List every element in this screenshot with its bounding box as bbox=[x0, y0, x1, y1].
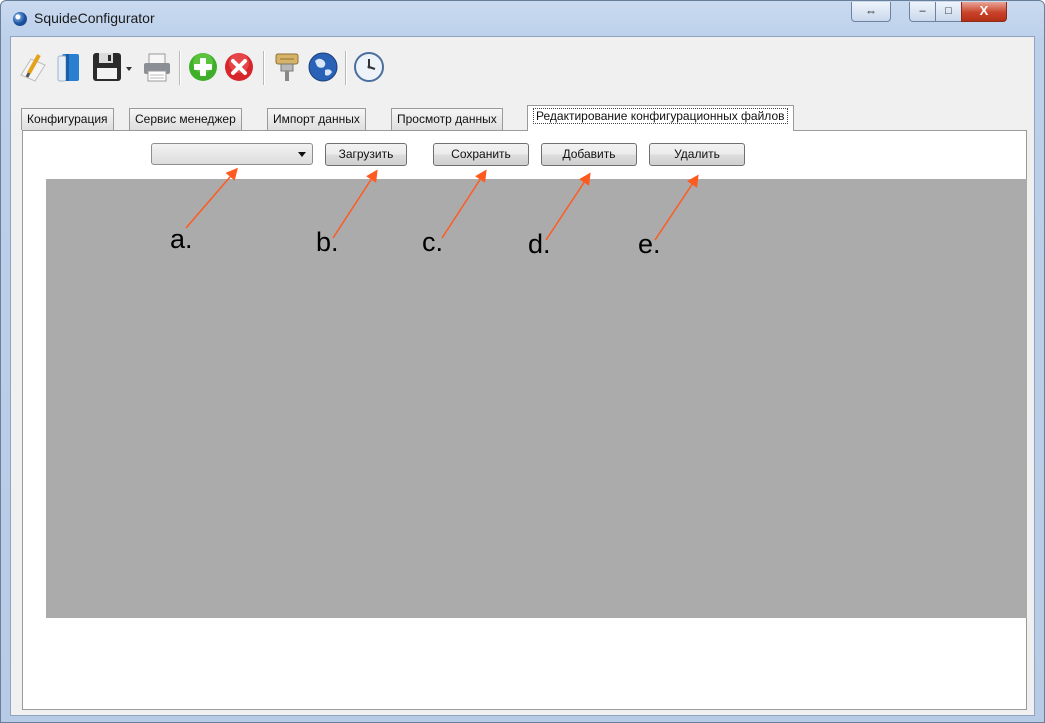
annotation-c: c. bbox=[422, 227, 444, 257]
remove-icon[interactable] bbox=[223, 51, 255, 83]
toolbar-separator bbox=[263, 51, 265, 85]
toolbar bbox=[11, 37, 1034, 103]
toolbar-separator bbox=[345, 51, 347, 85]
edit-icon[interactable] bbox=[17, 51, 49, 83]
annotation-e: e. bbox=[638, 229, 661, 259]
globe-icon[interactable] bbox=[307, 51, 339, 83]
tab-service-manager[interactable]: Сервис менеджер bbox=[129, 108, 242, 130]
app-icon bbox=[13, 12, 27, 26]
minimize-button[interactable]: ‒ bbox=[909, 2, 936, 22]
delete-button[interactable]: Удалить bbox=[649, 143, 745, 166]
maximize-button[interactable]: □ bbox=[935, 2, 962, 22]
annotation-a: a. bbox=[170, 224, 193, 254]
print-icon[interactable] bbox=[141, 51, 173, 83]
save-icon[interactable] bbox=[91, 51, 123, 83]
tab-configuration[interactable]: Конфигурация bbox=[21, 108, 114, 130]
title-bar: SquideConfigurator ⇔ ‒ □ X bbox=[1, 1, 1044, 35]
swap-button[interactable]: ⇔ bbox=[851, 2, 891, 22]
tab-config-file-editing-label: Редактирование конфигурационных файлов bbox=[533, 108, 788, 124]
tab-config-file-editing[interactable]: Редактирование конфигурационных файлов bbox=[527, 105, 794, 131]
annotation-b: b. bbox=[316, 227, 339, 257]
chevron-down-icon bbox=[298, 152, 306, 157]
file-select-combo[interactable] bbox=[151, 143, 313, 165]
clock-icon[interactable] bbox=[353, 51, 385, 83]
book-icon[interactable] bbox=[53, 51, 85, 83]
client-area: Конфигурация Сервис менеджер Импорт данн… bbox=[10, 36, 1035, 716]
window-title: SquideConfigurator bbox=[34, 10, 155, 26]
app-window: SquideConfigurator ⇔ ‒ □ X Конфигурация … bbox=[0, 0, 1045, 723]
tab-data-import[interactable]: Импорт данных bbox=[267, 108, 366, 130]
tab-data-view[interactable]: Просмотр данных bbox=[391, 108, 503, 130]
tab-panel: Загрузить Сохранить Добавить Удалить bbox=[22, 130, 1027, 710]
add-icon[interactable] bbox=[187, 51, 219, 83]
toolbar-separator bbox=[179, 51, 181, 85]
annotation-d: d. bbox=[528, 229, 551, 259]
dropdown-arrow-icon[interactable] bbox=[125, 51, 133, 83]
add-button[interactable]: Добавить bbox=[541, 143, 637, 166]
close-button[interactable]: X bbox=[961, 2, 1007, 22]
save-button[interactable]: Сохранить bbox=[433, 143, 529, 166]
connector-icon[interactable] bbox=[271, 51, 303, 83]
load-button[interactable]: Загрузить bbox=[325, 143, 407, 166]
